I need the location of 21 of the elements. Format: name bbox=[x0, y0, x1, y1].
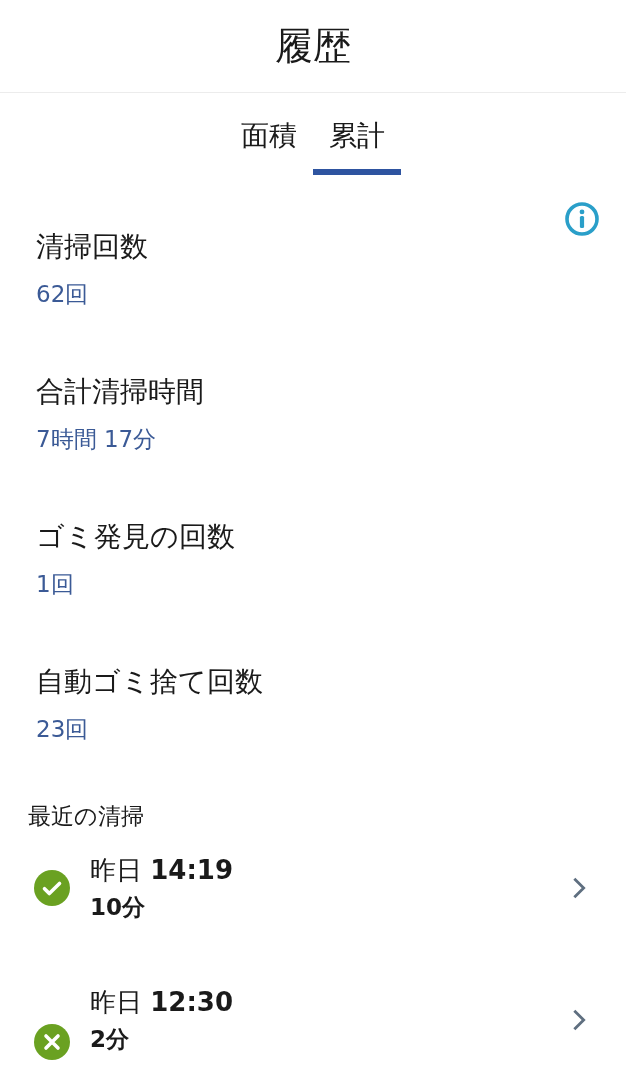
stat-label: 自動ゴミ捨て回数 bbox=[36, 664, 264, 700]
stat-label: 清掃回数 bbox=[36, 229, 149, 265]
item-duration: 2分 bbox=[90, 1025, 130, 1054]
stat-label: 合計清掃時間 bbox=[36, 374, 205, 410]
item-datetime: 昨日 12:30 bbox=[90, 986, 235, 1019]
info-icon[interactable] bbox=[564, 201, 600, 237]
stat-value: 7時間 17分 bbox=[36, 425, 158, 454]
chevron-right-icon bbox=[572, 876, 586, 900]
tab[interactable]: 累計 bbox=[313, 117, 401, 175]
item-duration: 10分 bbox=[90, 893, 146, 922]
stat-label: ゴミ発見の回数 bbox=[36, 519, 236, 555]
history-item[interactable]: 昨日 14:19 10分 bbox=[0, 842, 626, 934]
section-heading: 最近の清掃 bbox=[27, 802, 145, 831]
tab[interactable]: 面積 bbox=[225, 117, 313, 175]
item-datetime: 昨日 14:19 bbox=[90, 854, 235, 887]
stat-value: 1回 bbox=[36, 570, 75, 599]
history-item[interactable]: 昨日 12:30 2分 bbox=[0, 974, 626, 1066]
page-title: 履歴 bbox=[275, 22, 351, 70]
stat-value: 23回 bbox=[36, 715, 90, 744]
chevron-right-icon bbox=[572, 1008, 586, 1032]
stat-value: 62回 bbox=[36, 280, 90, 309]
